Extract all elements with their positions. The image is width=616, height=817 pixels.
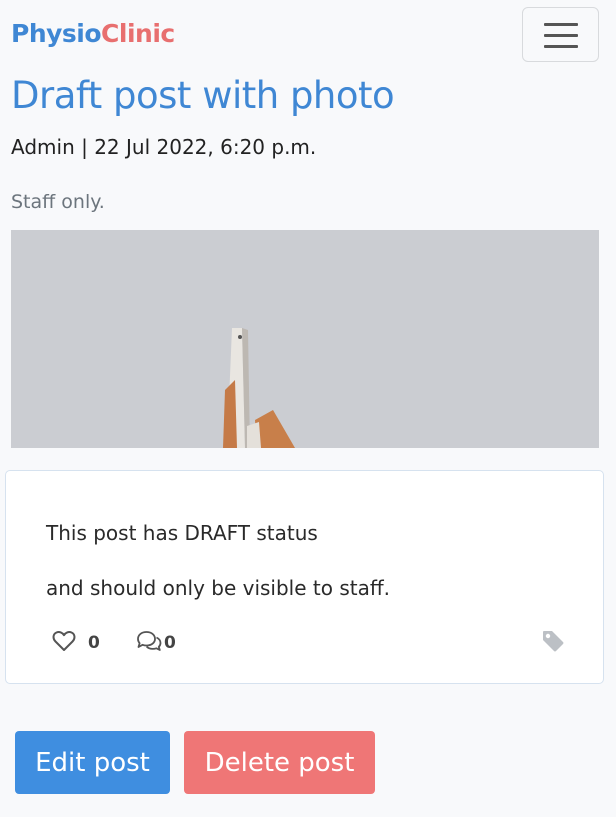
brand-logo[interactable]: PhysioClinic (11, 19, 175, 48)
post-body-line: and should only be visible to staff. (46, 576, 390, 600)
likes-count: 0 (88, 633, 100, 653)
brand-name-part1: Physio (11, 19, 102, 48)
post-photo (11, 230, 599, 448)
post-body-line: This post has DRAFT status (46, 521, 318, 545)
navbar-toggle-button[interactable] (522, 7, 599, 62)
heart-icon (52, 630, 76, 656)
tag-icon (541, 629, 565, 657)
post-meta: Admin | 22 Jul 2022, 6:20 p.m. (11, 135, 317, 159)
like-button[interactable]: 0 (52, 631, 100, 655)
post-title: Draft post with photo (11, 74, 395, 117)
comments-count: 0 (164, 633, 176, 653)
brand-name-part2: Clinic (101, 19, 175, 48)
post-excerpt: Staff only. (11, 191, 105, 213)
post-card: This post has DRAFT status and should on… (5, 470, 604, 684)
comments-button[interactable]: 0 (136, 631, 176, 655)
delete-post-button[interactable]: Delete post (184, 731, 375, 794)
edit-post-button[interactable]: Edit post (15, 731, 170, 794)
navbar: PhysioClinic (0, 0, 616, 70)
comments-icon (136, 630, 162, 656)
